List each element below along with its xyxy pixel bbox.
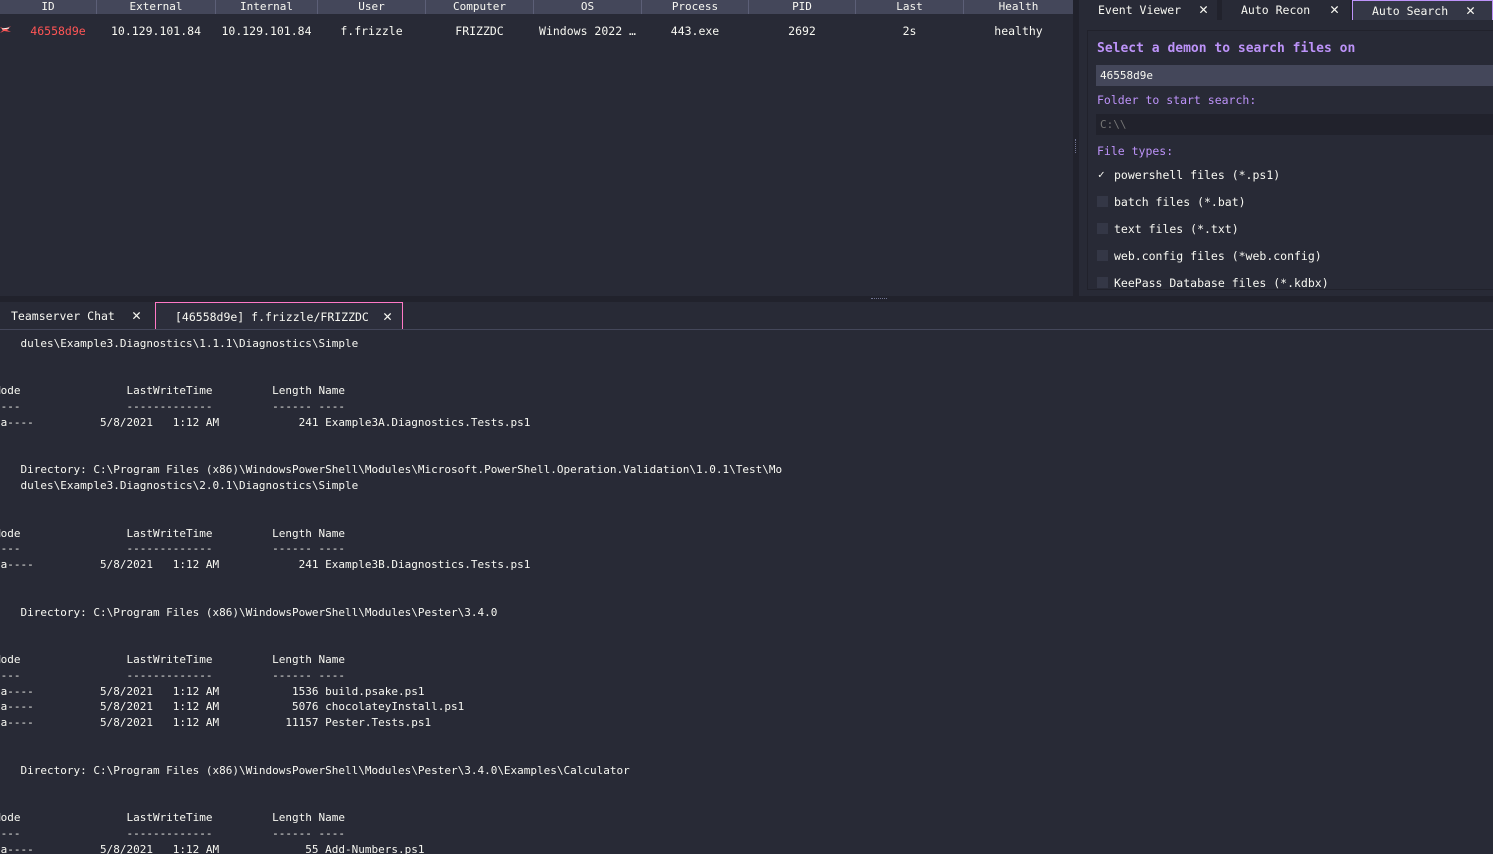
- file-type-label: web.config files (*web.config): [1114, 249, 1322, 263]
- console-line: ---- ------------- ------ ----: [0, 400, 345, 414]
- column-header-os[interactable]: OS: [534, 0, 642, 14]
- folder-label: Folder to start search:: [1097, 93, 1257, 107]
- demon-select[interactable]: 46558d9e: [1096, 65, 1493, 86]
- column-header-pid[interactable]: PID: [749, 0, 856, 14]
- column-header-computer[interactable]: Computer: [426, 0, 534, 14]
- tab-label: Auto Recon: [1241, 3, 1311, 17]
- console-line: -a---- 5/8/2021 1:12 AM 11157 Pester.Tes…: [0, 716, 432, 730]
- console-line: Directory: C:\Program Files (x86)\Window…: [0, 463, 783, 477]
- checkbox[interactable]: [1097, 196, 1108, 207]
- session-pid-cell: 2692: [788, 24, 816, 38]
- console-line: dules\Example3.Diagnostics\1.1.1\Diagnos…: [0, 337, 359, 350]
- column-header-external[interactable]: External: [97, 0, 216, 14]
- checkbox[interactable]: [1097, 223, 1108, 234]
- close-icon[interactable]: ✕: [132, 302, 141, 328]
- sessions-table: ID External Internal User Computer OS Pr…: [0, 0, 1073, 295]
- file-type-label: text files (*.txt): [1114, 222, 1239, 236]
- console-line: ---- ------------- ------ ----: [0, 542, 345, 556]
- auto-search-title: Select a demon to search files on: [1097, 41, 1356, 56]
- column-header-internal[interactable]: Internal: [216, 0, 318, 14]
- console-line: Directory: C:\Program Files (x86)\Window…: [0, 605, 498, 619]
- close-icon[interactable]: ✕: [1466, 1, 1475, 19]
- file-type-label: KeePass Database files (*.kdbx): [1114, 276, 1329, 290]
- console-line: -a---- 5/8/2021 1:12 AM 241 Example3A.Di…: [0, 416, 531, 429]
- check-icon: ✓: [1098, 168, 1105, 181]
- console-line: -a---- 5/8/2021 1:12 AM 1536 build.psake…: [0, 684, 425, 698]
- tab-label: Auto Search: [1372, 4, 1449, 18]
- column-header-id[interactable]: ID: [0, 0, 97, 14]
- session-os-cell: Windows 2022 …: [539, 24, 636, 38]
- checkbox[interactable]: [1097, 277, 1108, 288]
- session-process-cell: 443.exe: [670, 24, 720, 38]
- column-header-user[interactable]: User: [318, 0, 426, 14]
- session-health-cell: healthy: [994, 24, 1043, 38]
- sessions-table-header: ID External Internal User Computer OS Pr…: [0, 0, 1073, 14]
- session-user-cell: f.frizzle: [340, 24, 403, 38]
- console-line: Mode LastWriteTime Length Name: [0, 526, 345, 540]
- console-line: -a---- 5/8/2021 1:12 AM 5076 chocolateyI…: [0, 700, 465, 714]
- column-header-last[interactable]: Last: [856, 0, 964, 14]
- tab-event-viewer[interactable]: Event Viewer ✕: [1079, 0, 1217, 20]
- tab-label: Teamserver Chat: [11, 309, 115, 323]
- folder-input-wrapper: [1096, 114, 1493, 135]
- session-internal-cell: 10.129.101.84: [221, 24, 312, 38]
- dock-panel: Event Viewer ✕ Auto Recon ✕ Auto Search …: [1079, 0, 1493, 296]
- console-line: Mode LastWriteTime Length Name: [0, 653, 345, 666]
- tab-teamserver-chat[interactable]: Teamserver Chat ✕: [0, 302, 152, 329]
- close-icon[interactable]: ✕: [1199, 0, 1208, 18]
- close-icon[interactable]: ✕: [383, 303, 392, 329]
- tab-demon-console[interactable]: [46558d9e] f.frizzle/FRIZZDC ✕: [155, 302, 403, 329]
- bottom-tab-bar: Teamserver Chat ✕ [46558d9e] f.frizzle/F…: [0, 302, 1493, 330]
- tab-auto-search[interactable]: Auto Search ✕: [1352, 0, 1493, 20]
- session-computer-cell: FRIZZDC: [455, 24, 504, 38]
- close-icon[interactable]: ✕: [1330, 0, 1339, 18]
- tab-label: Event Viewer: [1098, 3, 1182, 17]
- tab-auto-recon[interactable]: Auto Recon ✕: [1222, 0, 1350, 20]
- tab-label: [46558d9e] f.frizzle/FRIZZDC: [175, 310, 369, 324]
- console-line: Directory: C:\Program Files (x86)\Window…: [0, 763, 630, 777]
- console-output[interactable]: dules\Example3.Diagnostics\1.1.1\Diagnos…: [0, 330, 1493, 854]
- file-type-label: powershell files (*.ps1): [1114, 168, 1281, 182]
- column-header-process[interactable]: Process: [642, 0, 749, 14]
- console-line: Mode LastWriteTime Length Name: [0, 811, 345, 824]
- checkbox[interactable]: ✓: [1097, 168, 1108, 181]
- session-last-cell: 2s: [902, 24, 917, 38]
- console-line: dules\Example3.Diagnostics\2.0.1\Diagnos…: [0, 479, 359, 493]
- checkbox[interactable]: [1097, 250, 1108, 261]
- column-header-health[interactable]: Health: [964, 0, 1073, 14]
- console-line: -a---- 5/8/2021 1:12 AM 241 Example3B.Di…: [0, 558, 531, 572]
- auto-search-panel: Select a demon to search files on 46558d…: [1087, 30, 1493, 290]
- splitter-grip[interactable]: [1075, 139, 1078, 153]
- console-line: ---- ------------- ------ ----: [0, 826, 345, 840]
- file-types-label: File types:: [1097, 144, 1174, 158]
- session-external-cell: 10.129.101.84: [110, 24, 201, 38]
- console-line: ---- ------------- ------ ----: [0, 668, 345, 682]
- console-line: Mode LastWriteTime Length Name: [0, 384, 345, 398]
- console-line: -a---- 5/8/2021 1:12 AM 55 Add-Numbers.p…: [0, 842, 425, 854]
- splitter-grip[interactable]: [871, 298, 887, 301]
- file-type-label: batch files (*.bat): [1114, 195, 1246, 209]
- dock-tab-bar: Event Viewer ✕ Auto Recon ✕ Auto Search …: [1079, 0, 1493, 20]
- folder-input[interactable]: [1100, 118, 1493, 131]
